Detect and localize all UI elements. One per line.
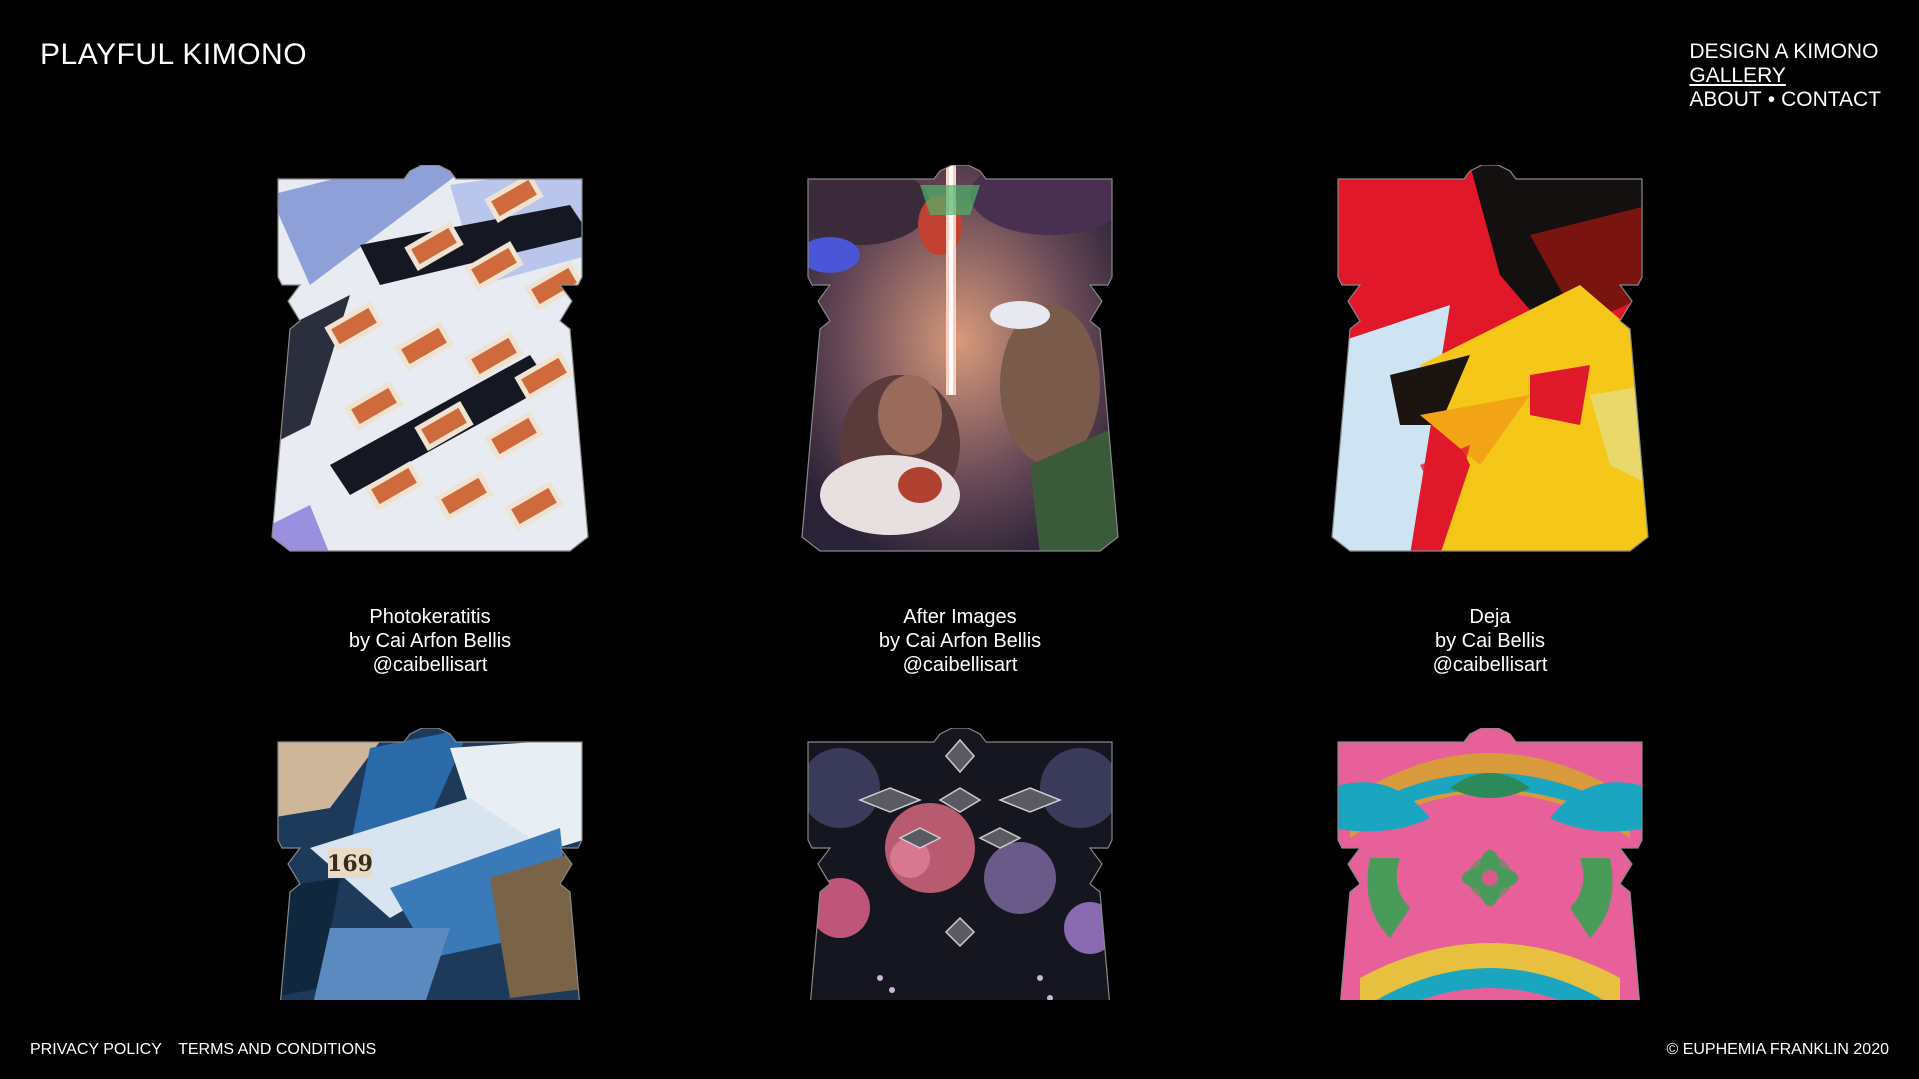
gallery-item[interactable]: Deja by Cai Bellis @caibellisart	[1330, 165, 1650, 677]
artwork-title: Deja	[1469, 606, 1511, 628]
artwork-handle: @caibellisart	[1432, 654, 1548, 676]
artwork-handle: @caibellisart	[902, 654, 1018, 676]
footer: PRIVACY POLICY TERMS AND CONDITIONS © EU…	[0, 1019, 1919, 1079]
gallery-item[interactable]: 169	[270, 728, 590, 1000]
artwork-handle: @caibellisart	[372, 654, 488, 676]
gallery-caption: After Images by Cai Arfon Bellis @caibel…	[800, 605, 1120, 677]
kimono-artwork	[802, 728, 1118, 1000]
gallery-item[interactable]: After Images by Cai Arfon Bellis @caibel…	[800, 165, 1120, 677]
artwork-title: After Images	[903, 606, 1017, 628]
artwork-number-label: 169	[327, 851, 373, 877]
gallery-caption: Deja by Cai Bellis @caibellisart	[1330, 605, 1650, 677]
artwork-title: Photokeratitis	[369, 606, 491, 628]
artwork-artist: by Cai Bellis	[1434, 630, 1546, 652]
copyright: © EUPHEMIA FRANKLIN 2020	[1666, 1041, 1889, 1058]
kimono-artwork	[1331, 165, 1649, 552]
privacy-policy-link[interactable]: PRIVACY POLICY	[30, 1041, 162, 1058]
kimono-artwork	[1332, 728, 1648, 1000]
kimono-artwork: 169	[272, 728, 588, 1000]
gallery-item[interactable]: Photokeratitis by Cai Arfon Bellis @caib…	[270, 165, 590, 677]
gallery-caption: Photokeratitis by Cai Arfon Bellis @caib…	[270, 605, 590, 677]
gallery-item[interactable]	[1330, 728, 1650, 1000]
artwork-artist: by Cai Arfon Bellis	[348, 630, 512, 652]
kimono-artwork	[801, 165, 1119, 552]
gallery-item[interactable]	[800, 728, 1120, 1000]
kimono-artwork	[271, 165, 589, 552]
artwork-artist: by Cai Arfon Bellis	[878, 630, 1042, 652]
terms-link[interactable]: TERMS AND CONDITIONS	[178, 1041, 376, 1058]
gallery-grid: Photokeratitis by Cai Arfon Bellis @caib…	[0, 0, 1919, 1000]
